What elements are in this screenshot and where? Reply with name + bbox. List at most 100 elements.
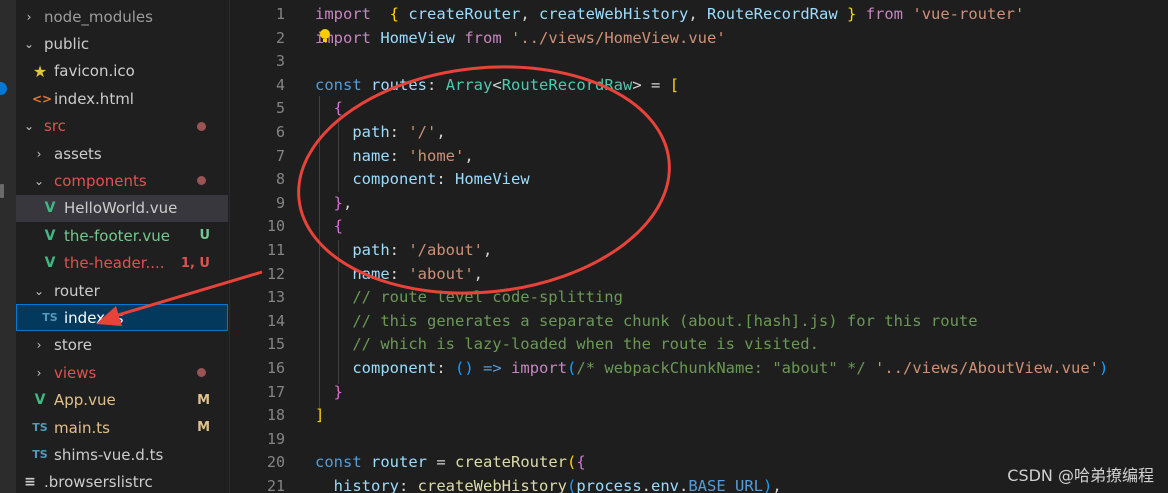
folder-item[interactable]: ⌄ public [16, 30, 228, 57]
file-item[interactable]: Vthe-header.... 1, U [16, 250, 228, 277]
line-number-gutter: 1 2 3 4 5 6 7 8 9 10 11 12 13 14 15 16 17 18 19 20 21 [231, 0, 301, 493]
code-line[interactable]: // this generates a separate chunk (abou… [315, 309, 977, 333]
code-token: } [847, 5, 857, 23]
file-item[interactable]: ★ favicon.ico [16, 58, 228, 85]
code-line[interactable]: const routes: Array<RouteRecordRaw> = [ [315, 73, 679, 97]
code-token: : [389, 264, 409, 283]
code-line[interactable]: path: '/about', [315, 238, 492, 262]
file-item[interactable]: TS main.ts M [16, 414, 228, 441]
code-token: from [464, 28, 502, 47]
code-token: { [576, 453, 586, 472]
code-line[interactable]: import HomeView from '../views/HomeView.… [315, 26, 726, 50]
code-token: : [389, 241, 409, 259]
folder-item[interactable]: › node_modules [16, 3, 228, 30]
chevron-right-icon[interactable]: › [32, 147, 46, 161]
code-token: = [427, 453, 456, 472]
chevron-down-icon[interactable]: ⌄ [22, 37, 36, 51]
code-line[interactable]: const router = createRouter({ [315, 450, 586, 474]
file-item[interactable]: V HelloWorld.vue [16, 194, 228, 222]
line-number: 8 [275, 170, 285, 189]
code-token: RouteRecordRaw [501, 75, 633, 94]
code-line[interactable]: path: '/', [315, 120, 445, 144]
code-token: 'home' [408, 146, 465, 165]
code-token: const [315, 453, 362, 472]
notification-badge-icon[interactable] [0, 82, 7, 95]
git-status-badge: 1, U [180, 255, 210, 271]
code-line[interactable]: ] [315, 403, 324, 427]
tree-item-label: views [54, 363, 97, 382]
code-token: { [333, 99, 344, 118]
code-token: [ [669, 75, 680, 94]
file-item[interactable]: <> index.html [16, 85, 228, 112]
code-token: < [492, 75, 502, 94]
file-item[interactable]: Vthe-footer.vue U [16, 222, 228, 249]
code-token: () [455, 359, 474, 377]
chevron-down-icon[interactable]: ⌄ [22, 119, 36, 133]
code-line[interactable]: // route level code-splitting [315, 285, 623, 309]
code-line[interactable]: import { createRouter, createWebHistory,… [315, 2, 1024, 26]
folder-item[interactable]: ⌄ components [16, 167, 228, 194]
folder-item[interactable]: › assets [16, 140, 228, 167]
code-line[interactable]: // which is lazy-loaded when the route i… [315, 332, 819, 356]
code-token: 'vue-router' [912, 5, 1025, 23]
code-line[interactable]: name: 'home', [315, 144, 474, 168]
code-token: env [651, 477, 679, 493]
git-status-badge: M [197, 420, 210, 435]
code-line[interactable]: component: HomeView [315, 167, 529, 191]
line-number: 9 [275, 193, 285, 212]
code-token: path [352, 241, 390, 259]
ts-icon: TS [42, 311, 58, 325]
activity-bar [0, 0, 16, 493]
chevron-down-icon[interactable]: ⌄ [32, 284, 46, 298]
code-line[interactable]: { [315, 214, 343, 238]
code-token: { [389, 5, 400, 23]
code-area[interactable]: import { createRouter, createWebHistory,… [315, 0, 1168, 493]
line-number: 7 [275, 146, 285, 165]
code-editor[interactable]: 1 2 3 4 5 6 7 8 9 10 11 12 13 14 15 16 17 18 19 20 21 import… [231, 0, 1168, 493]
folder-item[interactable]: › views [16, 359, 228, 386]
code-line[interactable]: { [315, 96, 343, 120]
line-number: 4 [275, 75, 285, 94]
folder-item[interactable]: ⌄ router [16, 277, 228, 304]
line-number: 19 [266, 429, 285, 448]
chevron-right-icon[interactable]: › [32, 338, 46, 352]
line-number: 17 [266, 382, 285, 401]
code-line[interactable]: name: 'about', [315, 262, 483, 286]
code-token: , [464, 146, 474, 165]
tree-item-label: main.ts [54, 418, 110, 437]
code-token: ) [1098, 359, 1109, 377]
file-item[interactable]: ≡ .browserslistrc [16, 469, 228, 493]
line-number: 11 [266, 241, 285, 259]
file-item[interactable]: TS shims-vue.d.ts [16, 441, 228, 468]
code-token: ( [567, 453, 577, 472]
chevron-right-icon[interactable]: › [32, 366, 46, 380]
chevron-down-icon[interactable]: ⌄ [32, 174, 46, 188]
line-number: 2 [275, 28, 285, 47]
code-token: // route level code-splitting [352, 288, 623, 307]
code-token: router [371, 453, 428, 472]
file-item[interactable]: V App.vue M [16, 387, 228, 414]
tree-item-label: assets [54, 144, 102, 163]
code-token: component [352, 170, 437, 189]
lightbulb-icon[interactable] [319, 28, 331, 44]
folder-item[interactable]: › store [16, 332, 228, 359]
code-token: '/about' [408, 241, 483, 259]
code-line[interactable]: }, [315, 191, 353, 215]
code-token: createWebHistory [417, 477, 567, 493]
code-line[interactable]: } [315, 380, 343, 404]
code-line[interactable]: component: () => import(/* webpackChunkN… [315, 356, 1108, 380]
code-token: '../views/AboutView.vue' [875, 359, 1099, 377]
code-line[interactable]: history: createWebHistory(process.env.BA… [315, 474, 782, 493]
chevron-right-icon[interactable]: › [22, 10, 36, 24]
file-item[interactable]: TS index.ts [16, 304, 228, 332]
folder-item[interactable]: ⌄ src [16, 113, 228, 140]
tree-item-label: App.vue [54, 391, 116, 410]
